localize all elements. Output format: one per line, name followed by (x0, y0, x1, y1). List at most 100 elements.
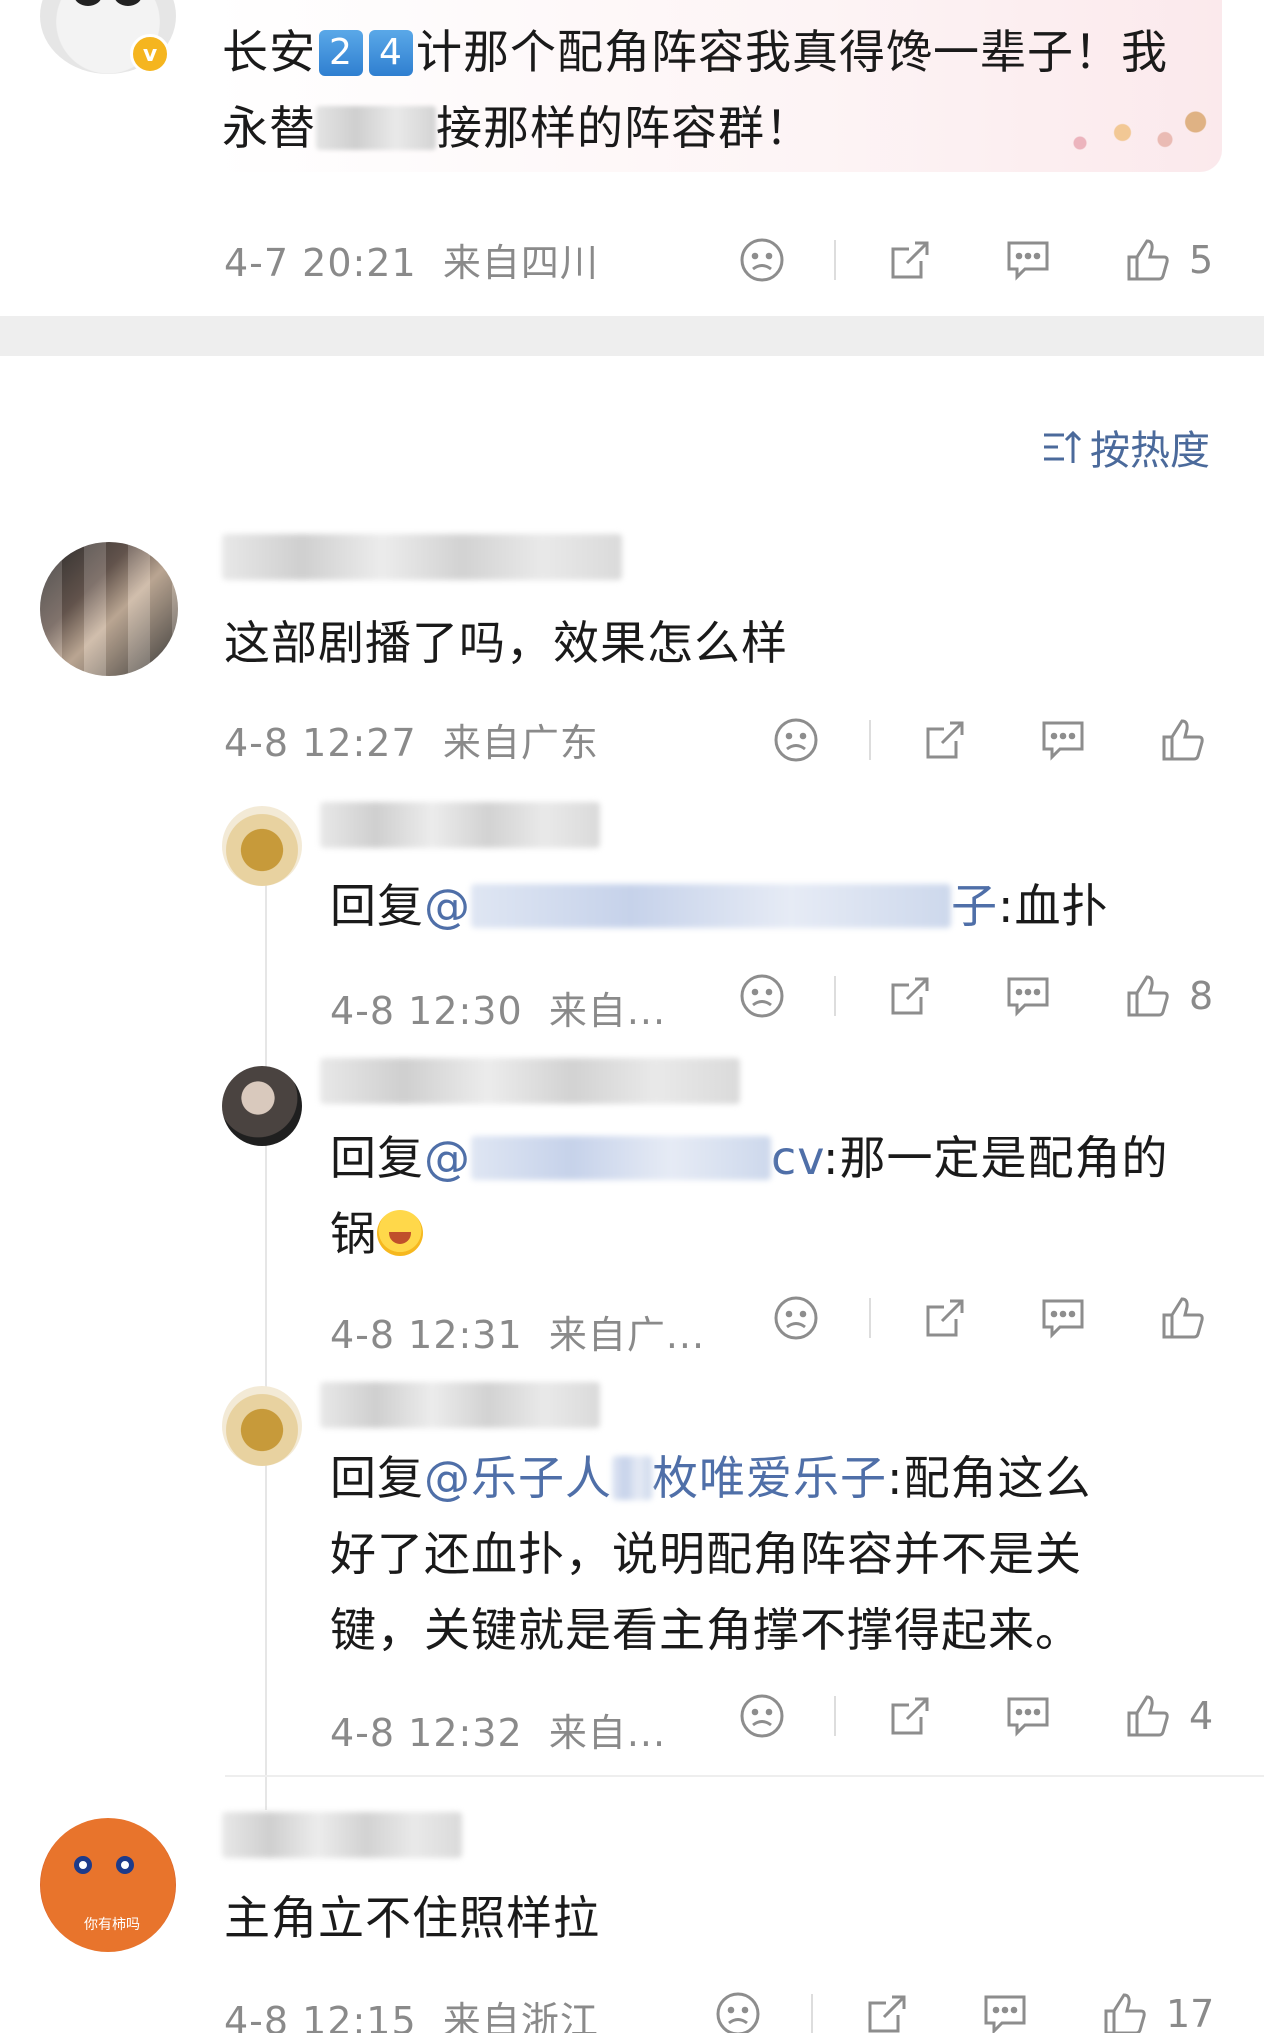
mention-link[interactable]: @ 子 (424, 879, 998, 933)
share-icon[interactable] (920, 1290, 970, 1346)
reply-time: 4-8 12:32 (330, 1711, 523, 1755)
username-redacted[interactable] (320, 1382, 600, 1428)
like-button[interactable] (1158, 712, 1208, 768)
comment-meta: 4-8 12:15 来自浙江 (224, 1990, 599, 2033)
reply-body: 键，关键就是看主角撑不撑得起来。 (330, 1603, 1082, 1657)
sad-face-icon[interactable] (771, 1290, 821, 1346)
reply-body: :配角这么 (887, 1451, 1092, 1505)
reply-body: :那一定是配角的 (823, 1131, 1169, 1185)
comment-icon[interactable] (1003, 1688, 1053, 1744)
divider (811, 1994, 813, 2033)
divider (834, 1696, 836, 1736)
sad-face-icon[interactable] (713, 1986, 763, 2033)
divider (869, 720, 871, 760)
reply-body: 好了还血扑，说明配角阵容并不是关 (330, 1527, 1082, 1581)
sad-face-icon[interactable] (737, 1688, 787, 1744)
share-icon[interactable] (862, 1986, 912, 2033)
redacted-text (316, 106, 436, 150)
comment-icon[interactable] (1038, 712, 1088, 768)
reply-time: 4-8 12:31 (330, 1313, 523, 1357)
like-icon (1162, 1297, 1204, 1339)
divider (869, 1298, 871, 1338)
avatar[interactable] (222, 1066, 302, 1146)
keycap-digit: 4 (369, 30, 413, 76)
mention-tail: 枚唯爱乐子 (652, 1451, 887, 1505)
like-button[interactable]: 8 (1123, 968, 1213, 1024)
sad-face-icon[interactable] (737, 232, 787, 288)
post-text-part: 长安 (222, 25, 316, 79)
share-icon[interactable] (885, 232, 935, 288)
comment-time: 4-8 12:27 (224, 721, 417, 765)
comment-time: 4-8 12:15 (224, 1999, 417, 2033)
comment-text: 这部剧播了吗，效果怎么样 (224, 616, 788, 670)
post-text: 长安 2 4 计那个配角阵容我真得馋一辈子！我永替 接那样的阵容群！ (222, 14, 1182, 166)
comment-icon[interactable] (1038, 1290, 1088, 1346)
username-redacted[interactable] (222, 1812, 462, 1858)
comment-icon[interactable] (1003, 232, 1053, 288)
username-redacted[interactable] (320, 1058, 740, 1104)
reply-meta: 4-8 12:31 来自广... (330, 1304, 705, 1359)
like-icon (1127, 1695, 1169, 1737)
sort-icon (1044, 430, 1082, 463)
share-icon[interactable] (920, 712, 970, 768)
mention-at: @ (424, 879, 471, 933)
reply-prefix: 回复 (330, 1131, 424, 1185)
like-count: 4 (1189, 1694, 1214, 1738)
sad-face-icon[interactable] (737, 968, 787, 1024)
avatar[interactable] (222, 1386, 302, 1466)
mention-redacted (612, 1456, 652, 1500)
reply-text: 回复@ 子:血扑 (330, 868, 1109, 944)
reply-location: 来自广... (548, 1313, 706, 1357)
username-redacted[interactable] (320, 802, 600, 848)
reply-thread-line (265, 860, 267, 1810)
like-button[interactable] (1158, 1290, 1208, 1346)
avatar[interactable] (222, 806, 302, 886)
like-count: 8 (1189, 974, 1214, 1018)
share-icon[interactable] (885, 1688, 935, 1744)
comment-meta: 4-8 12:27 来自广东 (224, 712, 599, 767)
post-location: 来自四川 (442, 241, 599, 285)
mention-redacted (471, 1136, 771, 1180)
reply-body: :血扑 (998, 879, 1109, 933)
sad-face-icon[interactable] (771, 712, 821, 768)
divider (834, 976, 836, 1016)
comment-location: 来自广东 (442, 721, 599, 765)
sort-button[interactable]: 按热度 (1040, 418, 1210, 476)
avatar-caption: 你有柿吗 (84, 1917, 140, 1933)
comment-icon[interactable] (1003, 968, 1053, 1024)
top-post: v 长安 2 4 计那个配角阵容我真得馋一辈子！我永替 接那样的阵容群！ 4-7 20:… (0, 0, 1264, 316)
like-button[interactable]: 4 (1123, 1688, 1213, 1744)
mention-at: @ (424, 1131, 471, 1185)
mention-tail: 子 (951, 879, 998, 933)
mention-at: @乐子人 (424, 1451, 612, 1505)
mention-redacted (471, 884, 951, 928)
reply-text: 回复@ cv:那一定是配角的锅 (330, 1120, 1230, 1272)
mention-link[interactable]: @乐子人 枚唯爱乐子 (424, 1451, 887, 1505)
like-icon (1127, 975, 1169, 1017)
avatar-eye (74, 1856, 92, 1874)
reply-prefix: 回复 (330, 1451, 424, 1505)
verified-badge-icon: v (130, 34, 170, 74)
comment-location: 来自浙江 (442, 1999, 599, 2033)
post-meta: 4-7 20:21 来自四川 (224, 232, 599, 287)
like-count: 5 (1189, 238, 1214, 282)
like-button[interactable]: 17 (1100, 1986, 1214, 2033)
mention-link[interactable]: @ cv (424, 1131, 823, 1185)
share-icon[interactable] (885, 968, 935, 1024)
comment-text: 主角立不住照样拉 (224, 1891, 600, 1945)
blush-emoji-icon (377, 1210, 423, 1256)
like-icon (1104, 1993, 1146, 2033)
reply-text: 回复@乐子人 枚唯爱乐子:配角这么好了还血扑，说明配角阵容并不是关 键，关键就是看主… (330, 1440, 1230, 1668)
avatar[interactable]: 你有柿吗 (40, 1818, 176, 1952)
avatar-eye (116, 1856, 134, 1874)
reply-prefix: 回复 (330, 879, 424, 933)
section-gap (0, 316, 1264, 356)
divider (834, 240, 836, 280)
like-button[interactable]: 5 (1123, 232, 1213, 288)
avatar[interactable] (40, 542, 178, 676)
like-icon (1162, 719, 1204, 761)
reply-meta: 4-8 12:32 来自... (330, 1702, 666, 1757)
comment-icon[interactable] (980, 1986, 1030, 2033)
avatar-eye (114, 0, 142, 6)
username-redacted[interactable] (222, 534, 622, 580)
